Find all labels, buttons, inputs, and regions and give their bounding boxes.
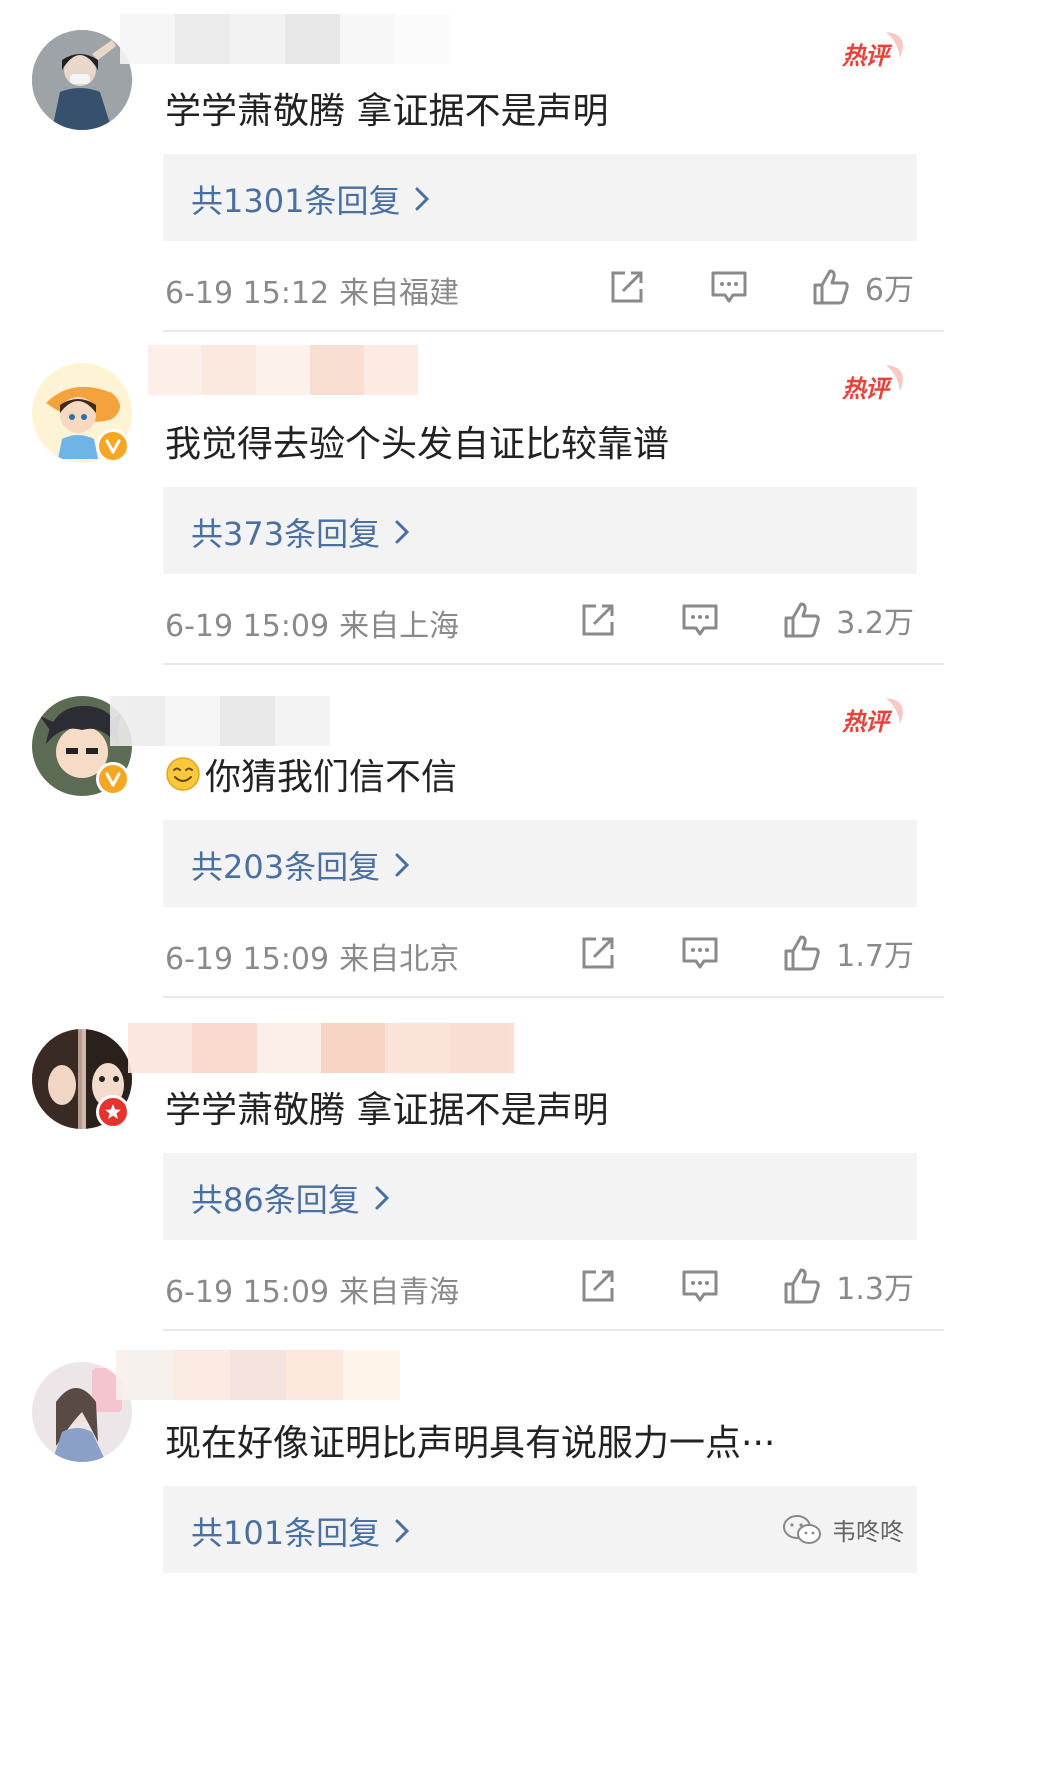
comment-icon xyxy=(682,1270,718,1302)
thumbs-up-icon xyxy=(784,1268,821,1304)
thumbs-up-icon xyxy=(784,935,821,971)
avatar[interactable] xyxy=(32,30,132,130)
share-button[interactable] xyxy=(607,267,647,307)
verified-badge-icon xyxy=(96,1095,130,1129)
chevron-right-icon xyxy=(375,1186,389,1210)
reply-count-label: 共101条回复 xyxy=(191,1514,381,1552)
comment-text: 你猜我们信不信 xyxy=(165,748,457,800)
reply-summary-box[interactable]: 共1301条回复 xyxy=(163,154,917,241)
comment-time: 6-19 15:09 xyxy=(165,942,330,977)
comment-text: 现在好像证明比声明具有说服力一点··· xyxy=(165,1423,776,1464)
like-button[interactable]: 1.7万 xyxy=(782,931,914,975)
hot-label: 热评 xyxy=(842,42,889,70)
reply-summary-box[interactable]: 共203条回复 xyxy=(163,820,917,907)
chevron-right-icon xyxy=(415,187,430,211)
watermark-label: 韦咚咚 xyxy=(832,1518,904,1546)
divider xyxy=(163,996,944,998)
comment-actions: 3.2万 xyxy=(578,595,914,645)
divider xyxy=(163,330,944,332)
username-blurred[interactable] xyxy=(128,1023,514,1073)
reply-count-label: 共373条回复 xyxy=(191,515,381,553)
comment-actions: 1.3万 xyxy=(578,1261,914,1311)
chevron-right-icon xyxy=(395,520,410,544)
comment-time: 6-19 15:12 xyxy=(165,276,330,311)
reply-summary-box[interactable]: 共373条回复 xyxy=(163,487,917,574)
comment-item: 热评 我觉得去验个头发自证比较靠谱 共373条回复 6-19 15:09 来自上海… xyxy=(0,333,944,666)
reply-count-label: 共203条回复 xyxy=(191,848,381,886)
wechat-icon xyxy=(783,1514,821,1544)
comment-meta: 6-19 15:12 来自福建 xyxy=(165,268,459,312)
reply-button[interactable] xyxy=(680,600,720,640)
reply-summary-box[interactable]: 共86条回复 xyxy=(163,1153,917,1240)
reply-button[interactable] xyxy=(709,267,749,307)
comment-text: 学学萧敬腾 拿证据不是声明 xyxy=(165,1090,609,1131)
share-icon xyxy=(611,271,643,303)
share-button[interactable] xyxy=(578,1266,618,1306)
reply-count-label: 共86条回复 xyxy=(191,1181,360,1219)
comment-text-content: 你猜我们信不信 xyxy=(205,757,458,798)
smiling-emoji-icon xyxy=(166,757,200,791)
view-replies-link[interactable]: 共373条回复 xyxy=(191,509,410,555)
hot-label: 热评 xyxy=(842,375,889,403)
comment-item: 热评 学学萧敬腾 拿证据不是声明 共1301条回复 6-19 15:12 来自福建… xyxy=(0,0,944,333)
hot-label: 热评 xyxy=(842,708,889,736)
chevron-right-icon xyxy=(395,853,410,877)
comment-meta: 6-19 15:09 来自上海 xyxy=(165,601,459,645)
view-replies-link[interactable]: 共1301条回复 xyxy=(191,176,430,222)
comment-icon xyxy=(711,271,747,303)
watermark: 韦咚咚 xyxy=(782,1512,904,1547)
reply-button[interactable] xyxy=(680,1266,720,1306)
divider xyxy=(163,1329,944,1331)
view-replies-link[interactable]: 共203条回复 xyxy=(191,842,410,888)
verified-badge-icon xyxy=(96,762,130,796)
comment-location: 来自北京 xyxy=(339,942,460,977)
comment-text: 我觉得去验个头发自证比较靠谱 xyxy=(165,424,670,465)
comment-item: 热评 你猜我们信不信 共203条回复 6-19 15:09 来自北京 1.7万 xyxy=(0,666,944,999)
comment-actions: 1.7万 xyxy=(578,928,914,978)
hot-comment-badge: 热评 xyxy=(842,361,910,405)
username-blurred[interactable] xyxy=(116,1350,400,1400)
comment-icon xyxy=(682,937,718,969)
reply-button[interactable] xyxy=(680,933,720,973)
divider xyxy=(163,663,944,665)
share-icon xyxy=(582,1270,614,1302)
share-button[interactable] xyxy=(578,600,618,640)
comment-meta: 6-19 15:09 来自青海 xyxy=(165,1267,459,1311)
comment-time: 6-19 15:09 xyxy=(165,609,330,644)
hot-comment-badge: 热评 xyxy=(842,28,910,72)
comment-text: 学学萧敬腾 拿证据不是声明 xyxy=(165,91,609,132)
username-blurred[interactable] xyxy=(120,14,450,64)
share-icon xyxy=(582,937,614,969)
chevron-right-icon xyxy=(395,1519,410,1543)
thumbs-up-icon xyxy=(784,602,821,638)
like-count: 3.2万 xyxy=(836,606,914,641)
comment-item: 学学萧敬腾 拿证据不是声明 共86条回复 6-19 15:09 来自青海 1.3万 xyxy=(0,999,944,1332)
reply-count-label: 共1301条回复 xyxy=(191,182,401,220)
like-count: 1.7万 xyxy=(836,939,914,974)
thumbs-up-icon xyxy=(813,269,849,305)
like-button[interactable]: 6万 xyxy=(811,265,914,309)
comment-location: 来自青海 xyxy=(339,1275,460,1310)
comment-actions: 6万 xyxy=(607,262,914,312)
verified-badge-icon xyxy=(96,429,130,463)
username-blurred[interactable] xyxy=(148,345,418,395)
comment-meta: 6-19 15:09 来自北京 xyxy=(165,934,459,978)
like-count: 1.3万 xyxy=(836,1272,914,1307)
share-icon xyxy=(582,604,614,636)
comment-icon xyxy=(682,604,718,636)
like-button[interactable]: 3.2万 xyxy=(782,598,914,642)
comment-location: 来自上海 xyxy=(339,609,460,644)
comment-time: 6-19 15:09 xyxy=(165,1275,330,1310)
comment-location: 来自福建 xyxy=(339,276,460,311)
like-count: 6万 xyxy=(864,273,914,308)
username-blurred[interactable] xyxy=(110,696,330,746)
like-button[interactable]: 1.3万 xyxy=(782,1264,914,1308)
view-replies-link[interactable]: 共86条回复 xyxy=(191,1175,390,1221)
hot-comment-badge: 热评 xyxy=(842,694,910,738)
share-button[interactable] xyxy=(578,933,618,973)
view-replies-link[interactable]: 共101条回复 xyxy=(191,1508,410,1554)
